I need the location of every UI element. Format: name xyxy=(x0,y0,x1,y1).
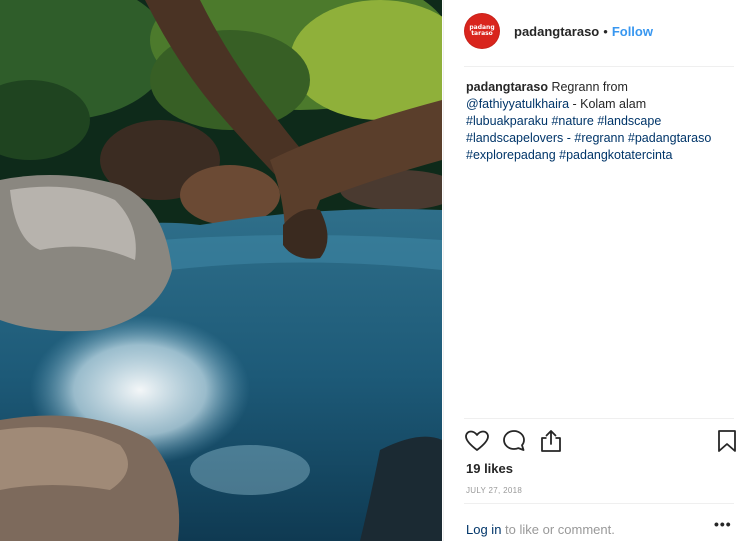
caption-line-1: padangtaraso Regrann from xyxy=(466,79,734,96)
hashtags-line[interactable]: #explorepadang #padangkotatercinta xyxy=(466,147,734,164)
more-options-icon[interactable]: ••• xyxy=(714,516,732,532)
header-divider xyxy=(464,66,734,67)
login-prompt: Log in to like or comment. xyxy=(466,522,615,537)
avatar-logo-text: padang taraso xyxy=(469,24,495,37)
separator-dot: • xyxy=(603,23,608,39)
comment-bubble-icon[interactable] xyxy=(501,428,527,454)
login-divider xyxy=(464,503,734,504)
post-sidebar: padang taraso padangtaraso • Follow pada… xyxy=(443,0,744,541)
username-link[interactable]: padangtaraso xyxy=(514,24,599,39)
follow-button[interactable]: Follow xyxy=(612,24,653,39)
actions-divider xyxy=(464,418,734,419)
avatar[interactable]: padang taraso xyxy=(464,13,500,49)
hashtags-line[interactable]: #lubuakparaku #nature #landscape xyxy=(466,113,734,130)
mention-link[interactable]: @fathiyyatulkhaira xyxy=(466,97,569,111)
likes-count[interactable]: 19 likes xyxy=(466,461,513,476)
caption-username-link[interactable]: padangtaraso xyxy=(466,80,548,94)
hashtags-line[interactable]: #landscapelovers - #regrann #padangtaras… xyxy=(466,130,734,147)
post-caption: padangtaraso Regrann from @fathiyyatulkh… xyxy=(466,79,734,164)
caption-text: - Kolam alam xyxy=(569,97,647,111)
login-link[interactable]: Log in xyxy=(466,522,501,537)
share-icon[interactable] xyxy=(538,428,564,454)
post-header: padang taraso padangtaraso • Follow xyxy=(464,12,734,50)
heart-icon[interactable] xyxy=(464,428,490,454)
caption-line-2: @fathiyyatulkhaira - Kolam alam xyxy=(466,96,734,113)
post-date[interactable]: JULY 27, 2018 xyxy=(466,486,522,495)
login-prompt-text: to like or comment. xyxy=(501,522,615,537)
bookmark-icon[interactable] xyxy=(714,428,740,454)
waterfall-photo-image xyxy=(0,0,442,541)
post-actions xyxy=(464,428,742,456)
post-photo[interactable] xyxy=(0,0,442,541)
caption-text: Regrann from xyxy=(547,80,628,94)
